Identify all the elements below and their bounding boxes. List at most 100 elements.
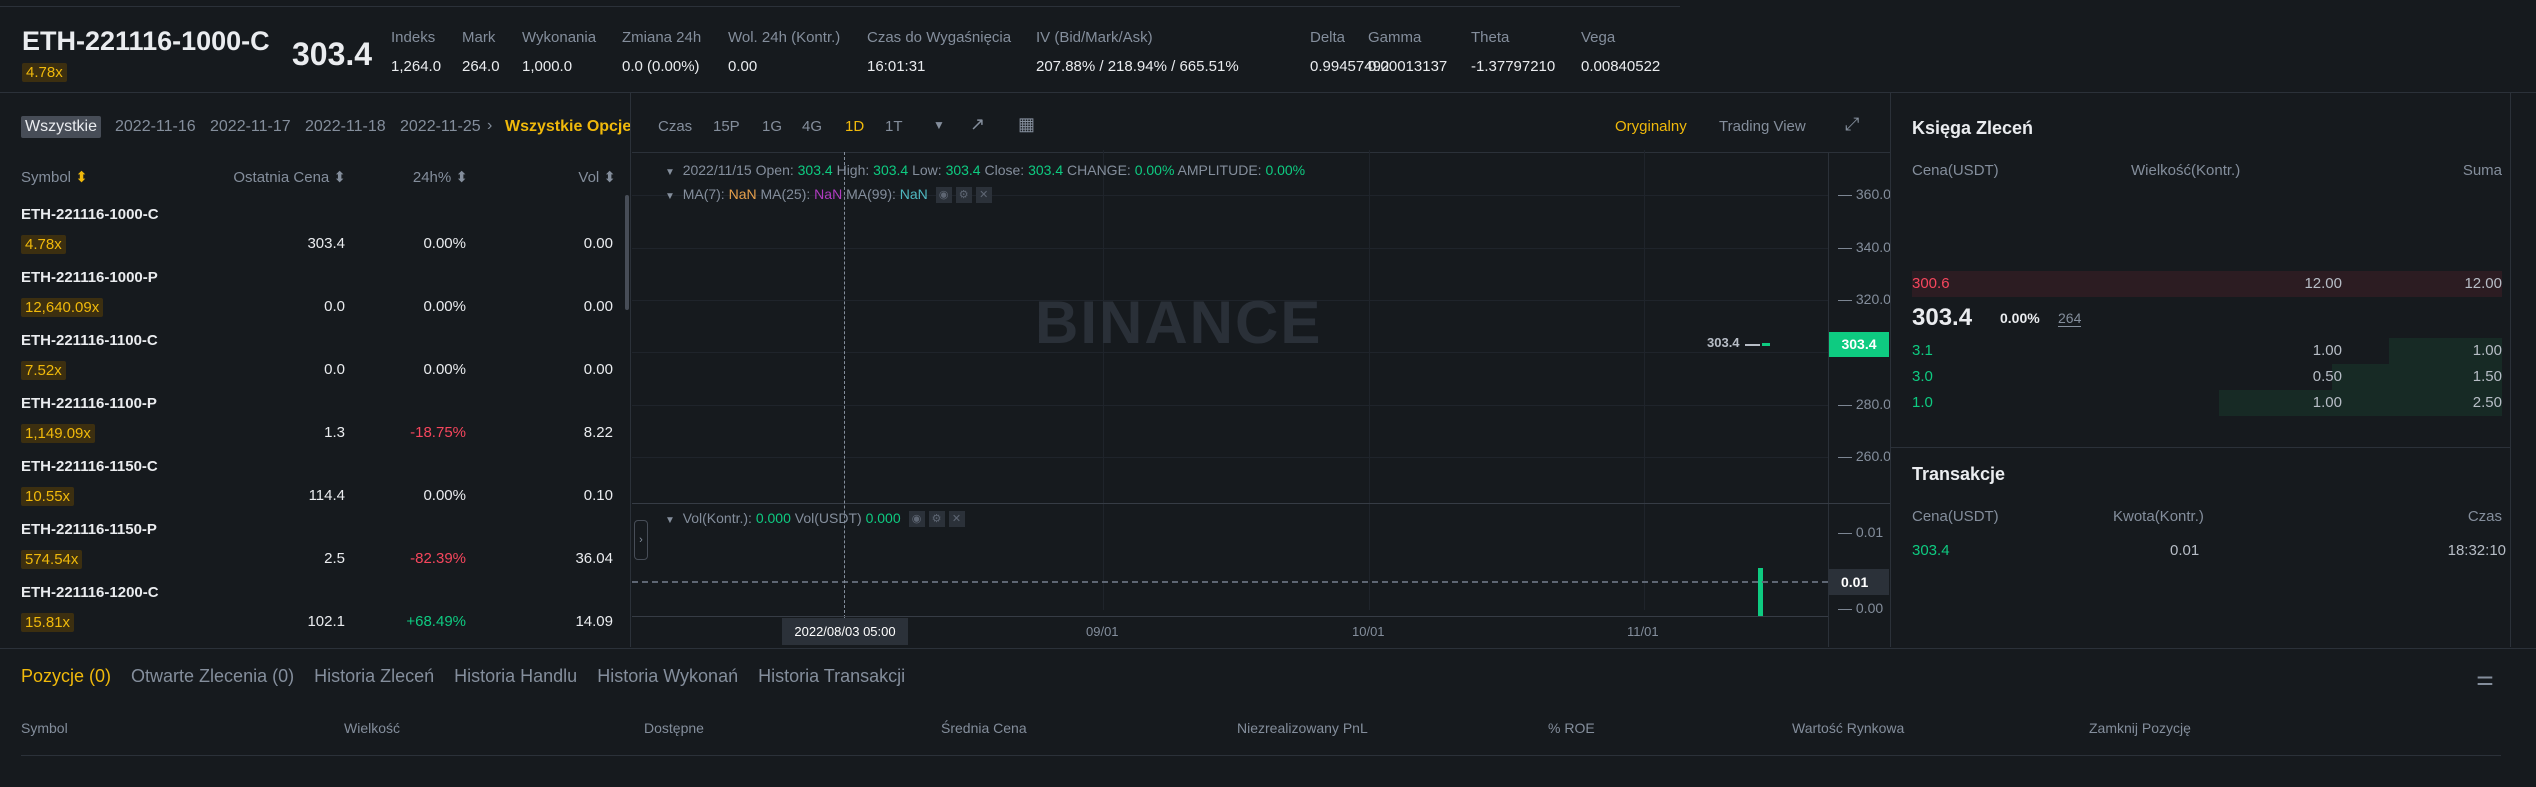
option-symbol: ETH-221116-1000-P <box>21 269 158 286</box>
amplitude-label: AMPLITUDE: <box>1177 162 1262 178</box>
close-icon[interactable]: ✕ <box>975 187 992 204</box>
vol-contracts-label: Vol(Kontr.): <box>682 510 752 526</box>
close-icon[interactable]: ✕ <box>948 511 965 528</box>
orderbook-bid-row[interactable]: 1.0 1.00 2.50 <box>1912 390 2502 416</box>
list-scrollbar[interactable] <box>625 195 629 310</box>
bottom-tab-0[interactable]: Pozycje (0) <box>21 666 111 686</box>
expand-panel-button[interactable]: › <box>634 520 648 560</box>
ob-col-price: Cena(USDT) <box>1912 162 1999 179</box>
bottom-tab-5[interactable]: Historia Transakcji <box>758 666 905 686</box>
option-last-price: 114.4 <box>308 487 345 504</box>
volume-bar <box>1758 568 1763 616</box>
orderbook-ask-row[interactable]: 300.6 12.00 12.00 <box>1912 271 2502 297</box>
option-row[interactable]: ETH-221116-1150-C 10.55x 114.4 0.00% 0.10 <box>21 458 621 520</box>
collapse-icon[interactable]: ▼ <box>665 515 675 526</box>
orderbook-bid-row[interactable]: 3.0 0.50 1.50 <box>1912 364 2502 390</box>
option-volume: 36.04 <box>575 550 613 567</box>
open-label: Open: <box>755 162 794 178</box>
collapse-icon[interactable]: ▼ <box>665 191 675 202</box>
ob-col-size: Wielkość(Kontr.) <box>2131 162 2241 179</box>
leverage-badge: 4.78x <box>22 63 67 82</box>
option-row[interactable]: ETH-221116-1100-C 7.52x 0.0 0.00% 0.00 <box>21 332 621 394</box>
stat-label: Gamma <box>1368 29 1422 46</box>
all-options-link[interactable]: Wszystkie Opcje <box>505 118 631 136</box>
option-last-price: 1.3 <box>324 424 345 441</box>
expiry-tab-2022-11-25[interactable]: 2022-11-25 <box>400 118 482 136</box>
ma25-value: NaN <box>814 186 843 202</box>
ob-mid-change: 0.00% <box>2000 310 2040 326</box>
bottom-tab-2[interactable]: Historia Zleceń <box>314 666 434 686</box>
expiry-tab-2022-11-16[interactable]: 2022-11-16 <box>115 118 196 136</box>
chevron-right-icon[interactable]: › <box>487 117 492 135</box>
stat-value: 0.00013137 <box>1368 58 1448 75</box>
option-row[interactable]: ETH-221116-1000-C 4.78x 303.4 0.00% 0.00 <box>21 206 621 268</box>
vol-contracts-value: 0.000 <box>755 510 791 526</box>
collapse-icon[interactable]: ▼ <box>665 167 675 178</box>
option-volume: 0.00 <box>583 298 613 315</box>
interval-4[interactable]: 1D <box>845 118 864 135</box>
col-symbol[interactable]: Symbol ⬍ <box>21 168 88 186</box>
fullscreen-icon[interactable]: ⤢ <box>1845 114 1859 135</box>
option-symbol: ETH-221116-1100-C <box>21 332 158 349</box>
col-change[interactable]: 24h% ⬍ <box>413 168 468 186</box>
interval-1[interactable]: 15P <box>713 118 740 135</box>
gear-icon[interactable]: ⚙ <box>928 511 945 528</box>
crosshair-time-label: 2022/08/03 05:00 <box>782 618 908 645</box>
expiry-tab-2022-11-18[interactable]: 2022-11-18 <box>305 118 386 136</box>
sort-icon: ⬍ <box>75 169 88 186</box>
option-row[interactable]: ETH-221116-1000-P 12,640.09x 0.0 0.00% 0.00 <box>21 269 621 331</box>
settings-sliders-icon[interactable]: ⚌ <box>2476 666 2494 691</box>
time-tick: 10/01 <box>1352 624 1385 639</box>
col-last-price[interactable]: Ostatnia Cena ⬍ <box>233 168 346 186</box>
stat-label: Czas do Wygaśnięcia <box>867 29 1012 46</box>
ob-sum: 1.50 <box>2472 368 2502 385</box>
view-tradingview-tab[interactable]: Trading View <box>1719 118 1806 135</box>
stat-value: 264.0 <box>462 58 500 75</box>
option-change: 0.00% <box>423 298 466 315</box>
option-row[interactable]: ETH-221116-1200-C 15.81x 102.1 +68.49% 14.09 <box>21 584 621 646</box>
price-tick: — 340.0 <box>1838 238 1891 255</box>
ob-size: 1.00 <box>2312 342 2342 359</box>
bottom-tab-4[interactable]: Historia Wykonań <box>597 666 738 686</box>
contract-symbol[interactable]: ETH-221116-1000-C <box>22 26 270 57</box>
price-tick: — 280.0 <box>1838 395 1891 412</box>
option-row[interactable]: ETH-221116-1150-P 574.54x 2.5 -82.39% 36.04 <box>21 521 621 583</box>
interval-2[interactable]: 1G <box>762 118 782 135</box>
eye-icon[interactable]: ◉ <box>935 187 952 204</box>
ma99-value: NaN <box>899 186 928 202</box>
bottom-tab-1[interactable]: Otwarte Zlecenia (0) <box>131 666 294 686</box>
option-change: -82.39% <box>410 550 466 567</box>
expiry-tab-2022-11-17[interactable]: 2022-11-17 <box>210 118 291 136</box>
high-label: High: <box>836 162 870 178</box>
leverage-badge: 10.55x <box>21 487 75 506</box>
option-volume: 8.22 <box>583 424 613 441</box>
view-original-tab[interactable]: Oryginalny <box>1615 118 1687 135</box>
low-label: Low: <box>912 162 942 178</box>
col-vol-label: Vol <box>578 169 600 186</box>
option-volume: 0.00 <box>583 235 613 252</box>
ob-sum: 2.50 <box>2472 394 2502 411</box>
interval-3[interactable]: 4G <box>802 118 822 135</box>
vol-usdt-value: 0.000 <box>865 510 901 526</box>
stat-label: Vega <box>1581 29 1616 46</box>
price-tick-label: 260.0 <box>1855 448 1891 465</box>
gear-icon[interactable]: ⚙ <box>955 187 972 204</box>
option-row[interactable]: ETH-221116-1100-P 1,149.09x 1.3 -18.75% 8.22 <box>21 395 621 457</box>
interval-dropdown-icon[interactable]: ▼ <box>933 118 945 132</box>
bottom-tab-3[interactable]: Historia Handlu <box>454 666 577 686</box>
stat-value: 16:01:31 <box>867 58 926 75</box>
stat-3: Zmiana 24h 0.0 (0.00%) <box>622 29 701 75</box>
expiry-tab-all[interactable]: Wszystkie <box>21 116 101 138</box>
stat-6: IV (Bid/Mark/Ask) 207.88% / 218.94% / 665… <box>1036 29 1239 75</box>
ob-mark-price[interactable]: 264 <box>2058 310 2082 327</box>
col-vol[interactable]: Vol ⬍ <box>578 168 616 186</box>
volume-tick: — 0.00 <box>1838 600 1884 616</box>
depth-chart-icon[interactable]: ▦ <box>1018 114 1035 135</box>
ob-size: 0.50 <box>2312 368 2342 385</box>
indicator-icon[interactable]: ↗ <box>970 114 985 135</box>
eye-icon[interactable]: ◉ <box>908 511 925 528</box>
interval-5[interactable]: 1T <box>885 118 903 135</box>
stat-label: Mark <box>462 29 496 46</box>
ma25-label: MA(25): <box>760 186 811 202</box>
orderbook-bid-row[interactable]: 3.1 1.00 1.00 <box>1912 338 2502 364</box>
